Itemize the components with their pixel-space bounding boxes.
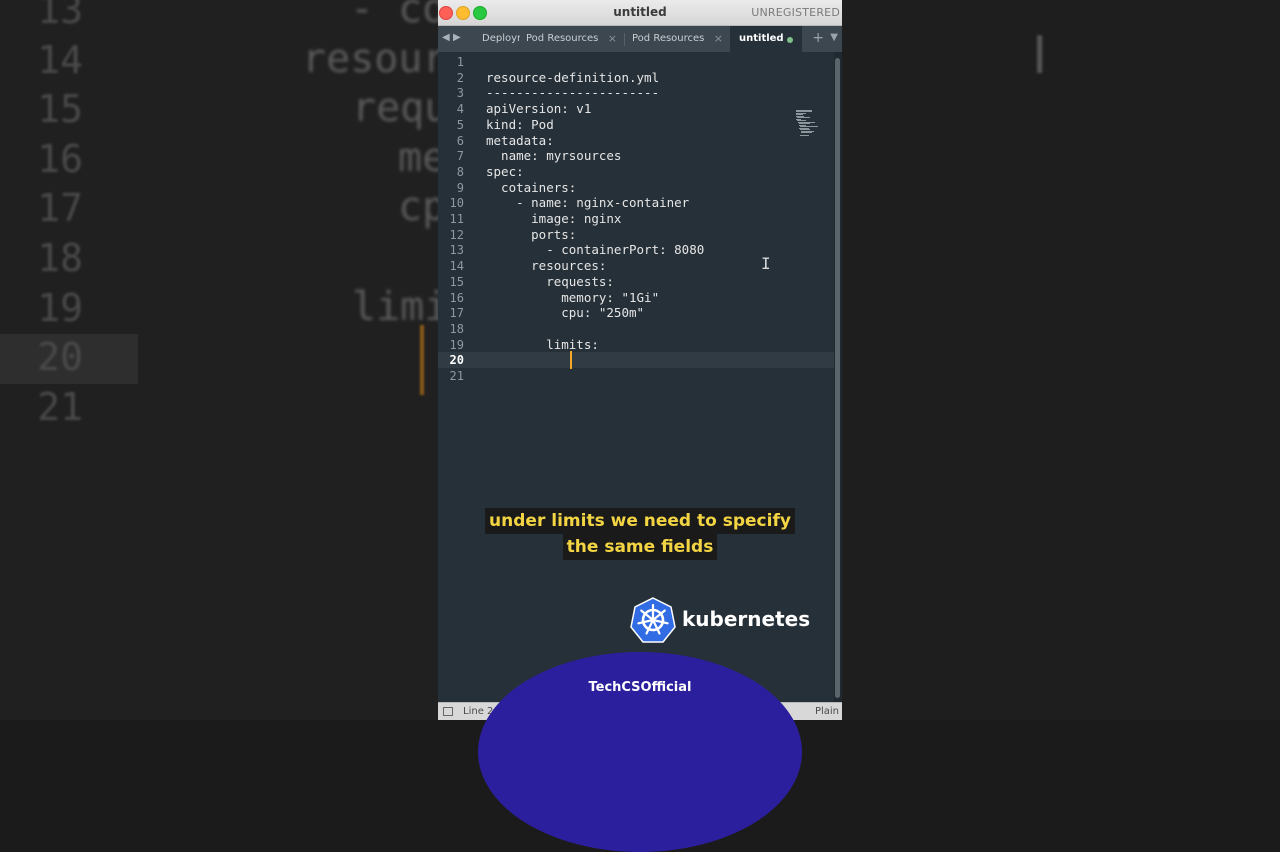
background-line-number: 21	[37, 384, 83, 429]
kubernetes-logo-icon	[630, 597, 676, 643]
background-code-line: - co	[350, 0, 438, 32]
tab-close-icon[interactable]: ×	[608, 26, 617, 52]
code-line: kind: Pod	[486, 116, 554, 132]
syntax-selector[interactable]: Plain	[815, 703, 839, 720]
background-code-line: cp	[398, 184, 438, 231]
background-ibeam-icon: I	[1032, 26, 1048, 86]
background-zoom-left: 13 14 15 16 17 18 19 20 21 - co resour requ me cp lim…	[0, 0, 438, 720]
background-code-line: requ	[352, 85, 438, 132]
title-bar: untitled UNREGISTERED	[438, 0, 842, 26]
minimap[interactable]	[796, 108, 822, 140]
line-number: 8	[456, 164, 464, 179]
text-cursor	[570, 351, 572, 369]
line-number: 16	[449, 290, 464, 305]
background-line-number: 16	[37, 136, 83, 181]
code-line: resource-definition.yml	[486, 69, 660, 85]
line-number: 11	[449, 212, 464, 226]
line-number: 17	[449, 306, 464, 321]
code-line: - name: nginx-container	[486, 195, 690, 211]
tab-label: untitled	[739, 33, 784, 44]
code-line: name: myrsources	[486, 148, 622, 164]
background-code-line: resour	[302, 35, 438, 82]
tab-menu-chevron-down-icon[interactable]: ▼	[830, 32, 838, 43]
tab-separator	[624, 33, 625, 46]
minimap-line	[800, 135, 809, 136]
line-number: 14	[449, 259, 464, 274]
kubernetes-wordmark: kubernetes	[682, 607, 811, 631]
code-line: apiVersion: v1	[486, 101, 592, 117]
line-number: 12	[449, 227, 464, 242]
tab-close-icon[interactable]: ×	[714, 26, 723, 52]
line-number: 19	[449, 337, 464, 352]
new-tab-plus-icon[interactable]: +	[812, 30, 824, 46]
tab-label: Pod Resources	[632, 33, 705, 44]
tab-bar: ◀ ▶ Deploym Pod Resources × Pod Resource…	[438, 26, 842, 52]
background-line-number: 15	[37, 87, 83, 132]
background-zoom-right: I	[842, 0, 1280, 720]
tab-pod-resources-2[interactable]: Pod Resources ×	[632, 26, 728, 52]
line-number: 9	[456, 180, 464, 195]
tab-untitled[interactable]: untitled	[730, 26, 802, 52]
code-line: metadata:	[486, 132, 554, 148]
line-number: 5	[456, 117, 464, 132]
tab-label: Deploym	[482, 33, 520, 44]
tab-scroll-left-icon[interactable]: ◀	[442, 32, 450, 43]
line-number: 10	[449, 196, 464, 211]
background-line-number: 18	[37, 236, 83, 280]
current-line-highlight	[438, 352, 834, 369]
background-line-number: 19	[37, 285, 83, 330]
code-line: requests:	[486, 273, 614, 289]
code-line: cotainers:	[486, 179, 577, 195]
background-code-line: limi	[352, 283, 438, 330]
line-number: 15	[449, 274, 464, 289]
line-number: 4	[456, 102, 464, 117]
code-line: -----------------------	[486, 85, 660, 101]
tab-deployment[interactable]: Deploym	[482, 26, 520, 52]
tab-pod-resources-1[interactable]: Pod Resources ×	[526, 26, 622, 52]
code-line: memory: "1Gi"	[486, 289, 660, 305]
code-line: spec:	[486, 163, 524, 179]
scrollbar-thumb[interactable]	[835, 58, 840, 698]
code-line: limits:	[486, 336, 599, 352]
line-number: 20	[449, 353, 464, 368]
background-line-number: 17	[37, 186, 83, 231]
code-line: - containerPort: 8080	[486, 242, 705, 258]
code-line: ports:	[486, 226, 577, 242]
channel-name: TechCSOfficial	[588, 680, 692, 695]
line-number: 2	[456, 70, 464, 85]
background-line-number: 20	[37, 335, 83, 380]
caption-line-1: under limits we need to specify	[485, 508, 795, 534]
background-line-number: 14	[37, 37, 83, 82]
code-line: cpu: "250m"	[486, 305, 645, 321]
line-number: 1	[456, 55, 464, 69]
caption-line-2: the same fields	[562, 534, 718, 560]
registration-status: UNREGISTERED	[751, 6, 840, 19]
modified-dot-icon	[787, 37, 793, 43]
vertical-scrollbar[interactable]	[834, 52, 842, 702]
line-number: 21	[449, 369, 464, 383]
tab-label: Pod Resources	[526, 33, 599, 44]
line-number: 3	[456, 86, 464, 101]
panel-toggle-icon[interactable]	[443, 707, 453, 716]
line-number: 6	[456, 133, 464, 148]
background-line-number: 13	[37, 0, 83, 32]
subtitle-caption: under limits we need to specify the same…	[0, 508, 1280, 560]
code-line: resources:	[486, 258, 607, 274]
line-number: 7	[456, 149, 464, 164]
line-number: 13	[449, 243, 464, 258]
minimap-line	[801, 132, 812, 133]
tab-scroll-right-icon[interactable]: ▶	[453, 32, 461, 43]
line-number: 18	[449, 321, 464, 336]
background-code-line: me	[398, 134, 438, 181]
background-cursor	[420, 325, 424, 395]
code-line: image: nginx	[486, 211, 622, 226]
ibeam-cursor-icon: I	[761, 254, 771, 273]
